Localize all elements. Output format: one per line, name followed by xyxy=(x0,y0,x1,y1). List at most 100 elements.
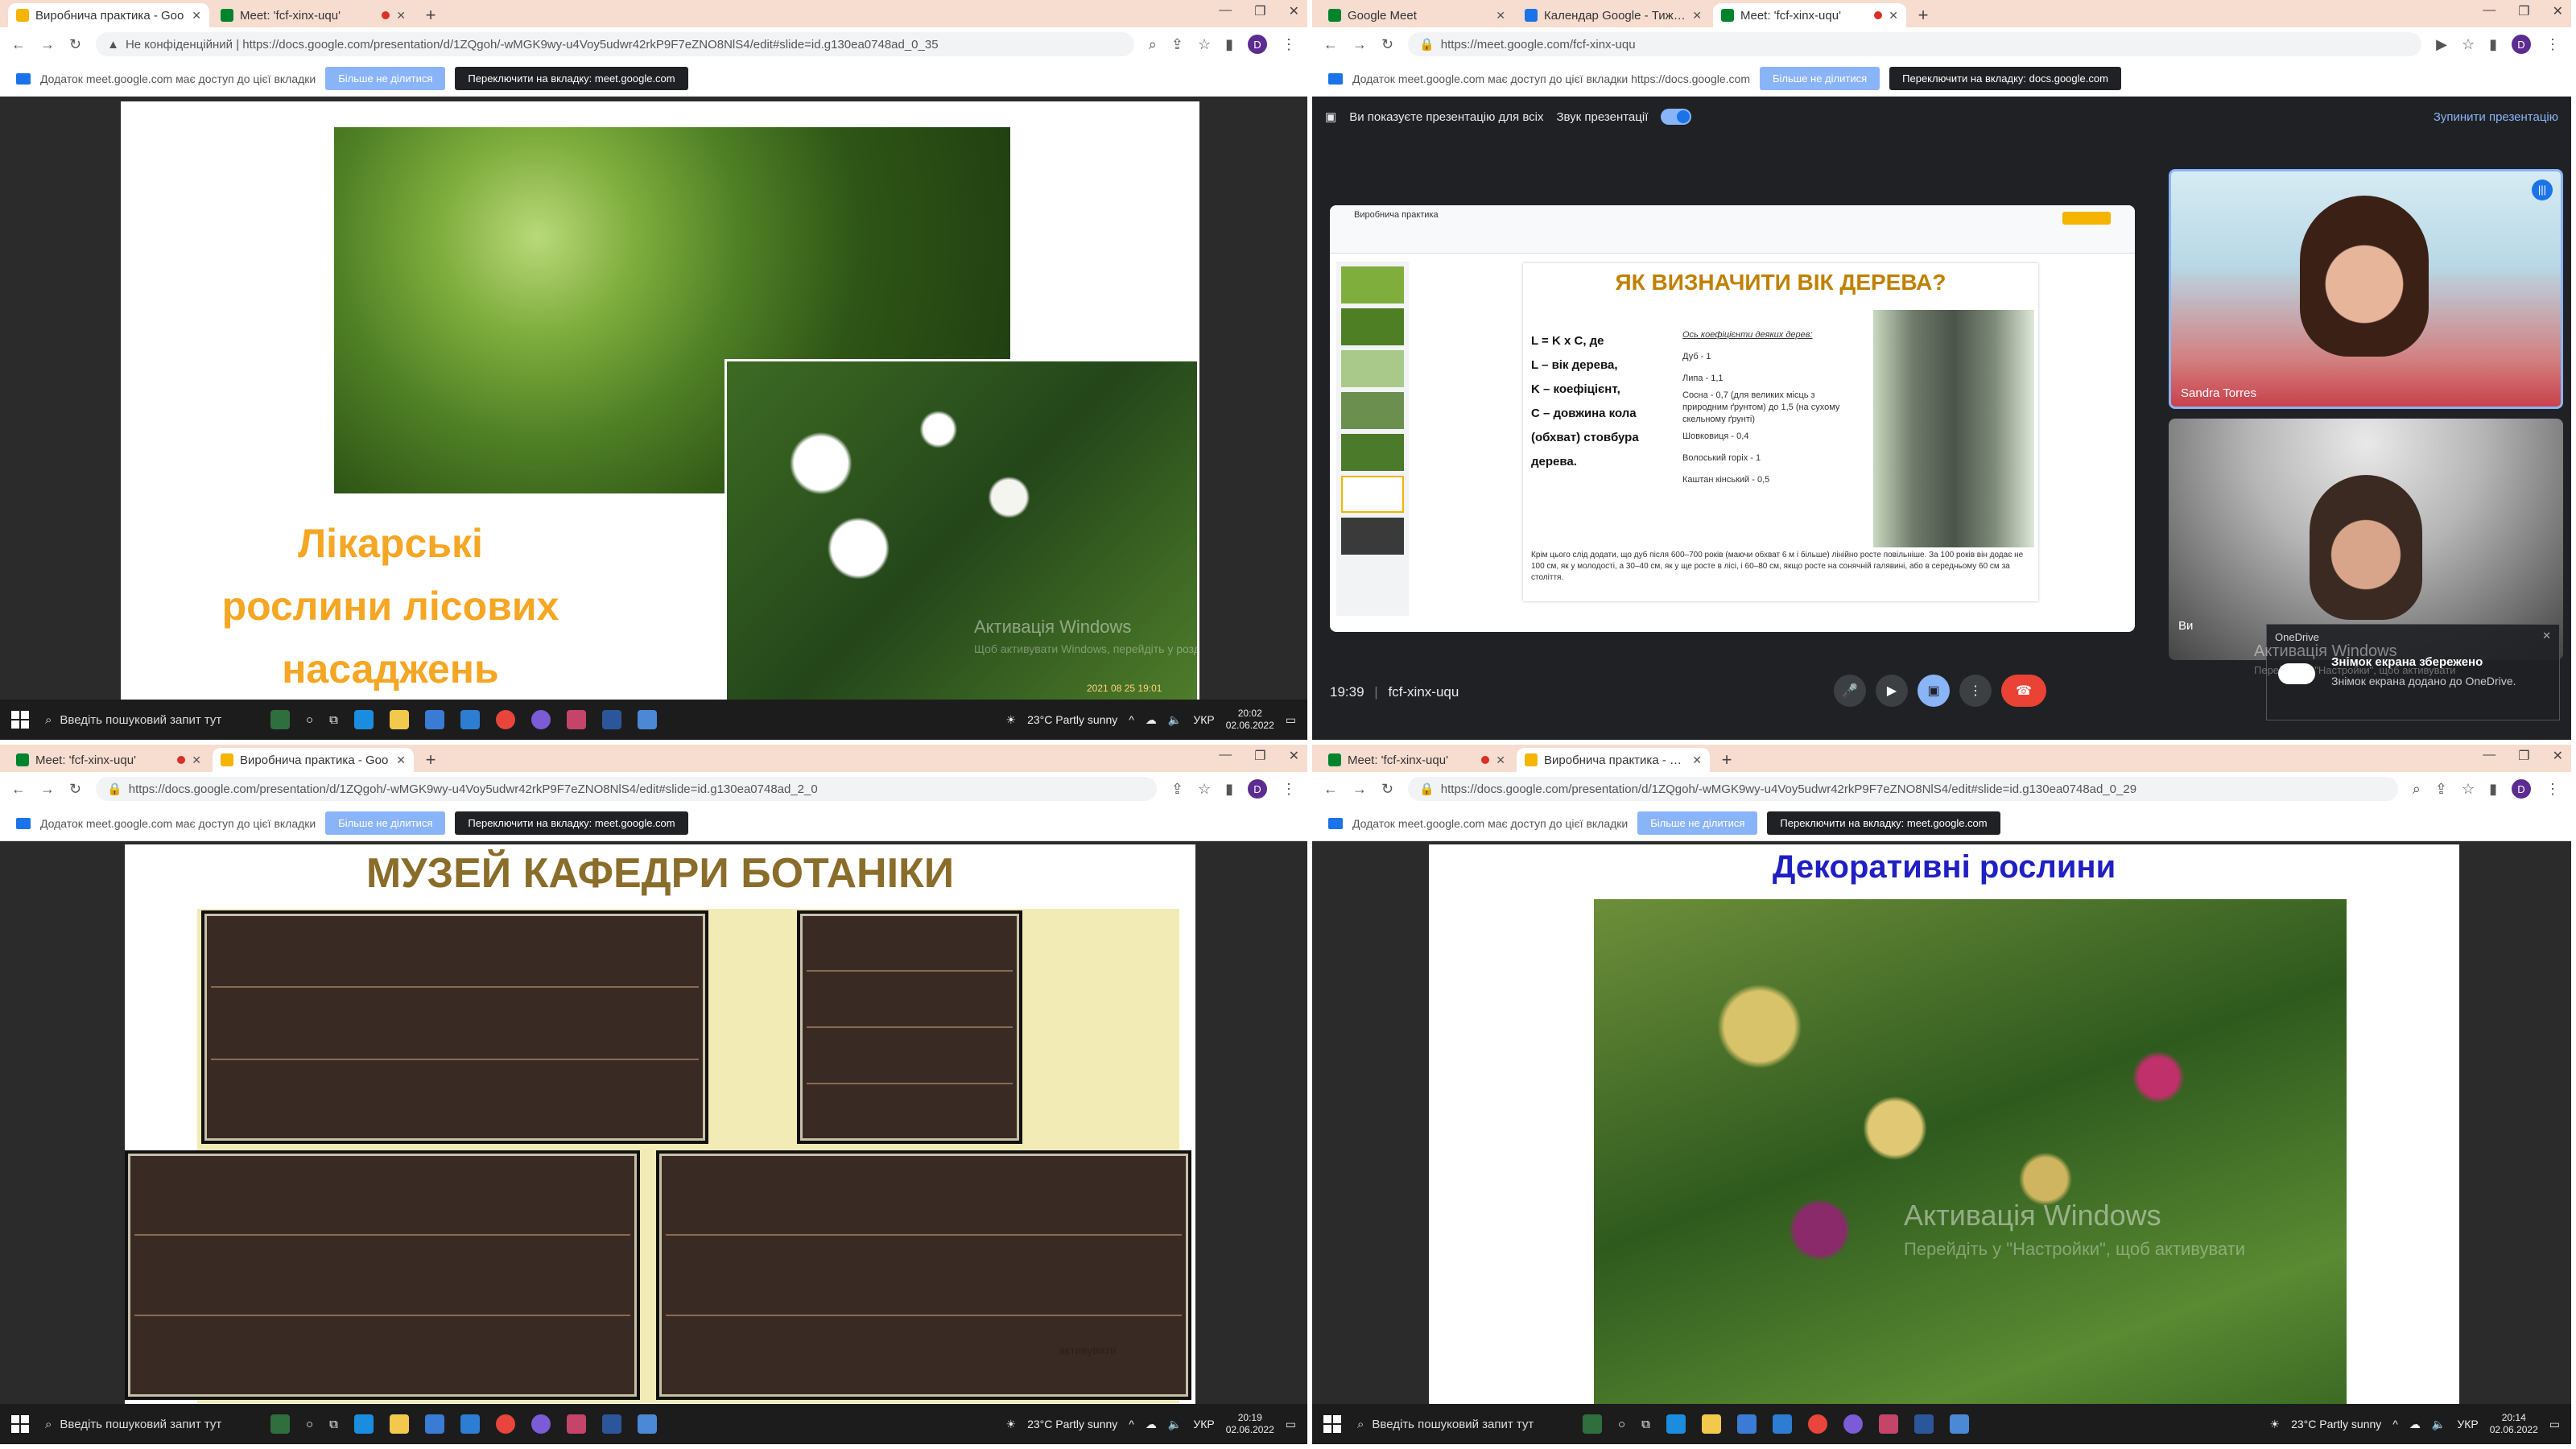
close-icon[interactable]: ✕ xyxy=(1692,9,1702,23)
tab-meet-active[interactable]: Meet: 'fcf-xinx-uqu' ✕ xyxy=(1713,3,1906,27)
star-icon[interactable]: ☆ xyxy=(2462,36,2475,53)
language-indicator[interactable]: УКР xyxy=(1193,1418,1214,1430)
taskbar-search[interactable]: ⌕ Введіть пошуковий запит тут xyxy=(45,1418,254,1431)
switch-tab-button[interactable]: Переключити на вкладку: meet.google.com xyxy=(455,67,688,90)
stop-presenting-button[interactable]: Зупинити презентацію xyxy=(2434,110,2558,124)
url-field[interactable]: ▲ Не конфіденційний | https://docs.googl… xyxy=(96,32,1134,56)
weather-text[interactable]: 23°C Partly sunny xyxy=(2291,1418,2381,1430)
menu-icon[interactable]: ⋮ xyxy=(2545,781,2560,798)
forward-icon[interactable]: → xyxy=(40,36,55,53)
present-screen-button[interactable]: ▣ xyxy=(1918,675,1950,707)
close-icon[interactable]: ✕ xyxy=(1496,753,1505,767)
close-window-icon[interactable]: ✕ xyxy=(2553,3,2563,19)
stop-sharing-button[interactable]: Більше не ділитися xyxy=(1759,67,1880,90)
chrome-icon[interactable] xyxy=(495,1414,515,1434)
back-icon[interactable]: ← xyxy=(11,36,26,53)
notification-icon[interactable]: ▭ xyxy=(1286,1418,1296,1431)
close-icon[interactable]: ✕ xyxy=(1692,753,1702,767)
edge-icon[interactable] xyxy=(353,710,374,729)
minimize-icon[interactable]: — xyxy=(1219,748,1232,764)
thumbnail[interactable] xyxy=(1341,266,1404,303)
tab-google-meet[interactable]: Google Meet ✕ xyxy=(1320,3,1513,27)
volume-icon[interactable]: 🔈 xyxy=(1168,713,1182,727)
close-icon[interactable]: ✕ xyxy=(192,9,201,23)
sidebar-icon[interactable]: ▮ xyxy=(1225,781,1233,798)
network-icon[interactable]: ☁ xyxy=(1146,713,1157,727)
close-icon[interactable]: ✕ xyxy=(1889,9,1898,23)
file-explorer-icon[interactable] xyxy=(1701,1414,1721,1434)
cortana-icon[interactable]: ○ xyxy=(306,1418,313,1431)
new-tab-button[interactable]: + xyxy=(1713,748,1740,772)
taskbar-search[interactable]: ⌕ Введіть пошуковий запит тут xyxy=(45,713,254,727)
avatar[interactable]: D xyxy=(2512,35,2531,54)
close-icon[interactable]: ✕ xyxy=(396,9,406,23)
close-icon[interactable]: ✕ xyxy=(1496,9,1505,23)
new-tab-button[interactable]: + xyxy=(417,3,444,27)
weather-text[interactable]: 23°C Partly sunny xyxy=(1027,1418,1117,1430)
close-icon[interactable]: ✕ xyxy=(396,753,406,767)
windows-start-icon[interactable] xyxy=(11,711,29,729)
back-icon[interactable]: ← xyxy=(11,781,26,798)
switch-tab-button[interactable]: Переключити на вкладку: meet.google.com xyxy=(1767,811,2000,835)
viber-icon[interactable] xyxy=(1843,1414,1863,1434)
participant-tile-active[interactable]: Sandra Torres ||| xyxy=(2169,169,2563,409)
language-indicator[interactable]: УКР xyxy=(2457,1418,2478,1430)
stop-sharing-button[interactable]: Більше не ділитися xyxy=(325,811,446,835)
minimize-icon[interactable]: — xyxy=(2483,748,2496,764)
url-field[interactable]: 🔒 https://meet.google.com/fcf-xinx-uqu xyxy=(1408,32,2422,56)
file-explorer-icon[interactable] xyxy=(389,710,409,729)
present-button[interactable] xyxy=(2062,212,2111,225)
reload-icon[interactable]: ↻ xyxy=(69,781,81,798)
close-icon[interactable]: ✕ xyxy=(192,753,201,767)
back-icon[interactable]: ← xyxy=(1323,36,1338,53)
edge-icon[interactable] xyxy=(353,1414,374,1434)
minimize-icon[interactable]: — xyxy=(1219,3,1232,19)
chrome-icon[interactable] xyxy=(1807,1414,1827,1434)
tray-arrow-icon[interactable]: ^ xyxy=(2392,1418,2398,1430)
sidebar-icon[interactable]: ▮ xyxy=(2489,781,2497,798)
microphone-button[interactable]: 🎤 xyxy=(1834,675,1866,707)
url-field[interactable]: 🔒 https://docs.google.com/presentation/d… xyxy=(1408,777,2398,801)
taskbar-search[interactable]: ⌕ Введіть пошуковий запит тут xyxy=(1357,1418,1567,1431)
widget-icon[interactable] xyxy=(1583,1414,1602,1434)
tab-slides[interactable]: Виробнича практика - Goo ✕ xyxy=(1517,748,1710,772)
thumbnail[interactable] xyxy=(1341,308,1404,345)
thumbnail-current[interactable] xyxy=(1341,476,1404,513)
leave-call-button[interactable]: ☎ xyxy=(2001,675,2046,707)
mail-icon[interactable] xyxy=(460,1414,480,1434)
zoom-icon[interactable]: ⌕ xyxy=(2413,781,2421,798)
network-icon[interactable]: ☁ xyxy=(1146,1418,1157,1431)
minimize-icon[interactable]: — xyxy=(2483,3,2496,19)
star-icon[interactable]: ☆ xyxy=(1198,36,1211,53)
widget-icon[interactable] xyxy=(270,710,290,729)
new-tab-button[interactable]: + xyxy=(417,748,444,772)
stop-sharing-button[interactable]: Більше не ділитися xyxy=(325,67,446,90)
maximize-icon[interactable]: ❐ xyxy=(1254,3,1265,19)
cortana-icon[interactable]: ○ xyxy=(1618,1418,1625,1431)
sidebar-icon[interactable]: ▮ xyxy=(2489,36,2497,53)
clock[interactable]: 20:02 02.06.2022 xyxy=(1226,708,1274,732)
tab-slides[interactable]: Виробнича практика - Goo ✕ xyxy=(213,748,414,772)
tab-slides[interactable]: Виробнича практика - Goo ✕ xyxy=(8,3,209,27)
store-icon[interactable] xyxy=(424,710,444,729)
mail-icon[interactable] xyxy=(1772,1414,1792,1434)
reload-icon[interactable]: ↻ xyxy=(1381,36,1393,53)
avatar[interactable]: D xyxy=(1248,779,1267,799)
reload-icon[interactable]: ↻ xyxy=(69,36,81,53)
cortana-icon[interactable]: ○ xyxy=(306,713,313,727)
forward-icon[interactable]: → xyxy=(1352,36,1367,53)
close-window-icon[interactable]: ✕ xyxy=(1289,748,1299,764)
app-icon[interactable] xyxy=(1878,1414,1898,1434)
tab-meet[interactable]: Meet: 'fcf-xinx-uqu' ✕ xyxy=(8,748,209,772)
close-icon[interactable]: ✕ xyxy=(2542,630,2551,642)
app-icon[interactable] xyxy=(566,1414,586,1434)
language-indicator[interactable]: УКР xyxy=(1193,713,1214,726)
edge-icon[interactable] xyxy=(1666,1414,1686,1434)
maximize-icon[interactable]: ❐ xyxy=(2518,748,2529,764)
network-icon[interactable]: ☁ xyxy=(2409,1418,2421,1431)
notification-icon[interactable]: ▭ xyxy=(2549,1418,2560,1431)
photos-icon[interactable] xyxy=(1949,1414,1969,1434)
maximize-icon[interactable]: ❐ xyxy=(1254,748,1265,764)
chrome-icon[interactable] xyxy=(495,710,515,729)
avatar[interactable]: D xyxy=(2512,779,2531,799)
